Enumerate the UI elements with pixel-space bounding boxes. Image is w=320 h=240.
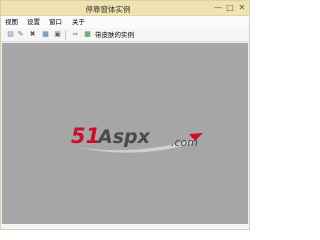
watermark-logo: 51 Aspx .com: [71, 124, 203, 153]
list-icon[interactable]: ▦: [41, 30, 50, 39]
maximize-icon[interactable]: □: [225, 3, 235, 13]
export-icon[interactable]: ⇨: [71, 30, 80, 39]
title-bar[interactable]: 停靠窗体实例 — □ ✕: [1, 1, 249, 16]
minimize-icon[interactable]: —: [213, 3, 223, 13]
window-title: 停靠窗体实例: [85, 5, 131, 14]
grid-icon[interactable]: ▦: [83, 30, 92, 39]
menu-item-window[interactable]: 窗口: [49, 18, 62, 26]
document-icon[interactable]: ▣: [53, 30, 62, 39]
logo-brand: Aspx: [96, 126, 151, 148]
toolbar: ▤ ✎ ✖ ▦ ▣ ⇨ ▦ 带皮肤的实例: [1, 28, 249, 42]
app-window: 停靠窗体实例 — □ ✕ 视图 设置 窗口 关于 ▤ ✎ ✖ ▦ ▣ ⇨ ▦ 带…: [0, 0, 250, 230]
close-icon[interactable]: ✕: [236, 3, 248, 13]
tools-icon[interactable]: ✖: [28, 30, 37, 39]
menu-item-settings[interactable]: 设置: [27, 18, 40, 26]
logo-domain: .com: [171, 136, 198, 149]
edit-icon[interactable]: ✎: [16, 30, 25, 39]
skin-example-button[interactable]: 带皮肤的实例: [95, 31, 134, 39]
open-icon[interactable]: ▤: [6, 30, 15, 39]
toolbar-separator: [65, 30, 66, 40]
menu-item-view[interactable]: 视图: [5, 18, 18, 26]
menu-bar: 视图 设置 窗口 关于: [1, 16, 249, 28]
menu-item-about[interactable]: 关于: [72, 18, 85, 26]
window-bottom-edge: [1, 224, 249, 229]
logo-numerals: 51: [71, 124, 100, 148]
